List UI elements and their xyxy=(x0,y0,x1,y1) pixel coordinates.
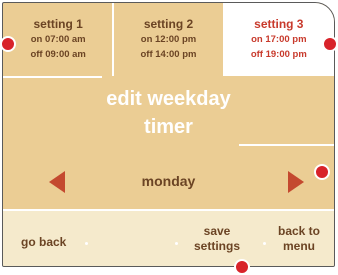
setting-1-tab[interactable]: setting 1 on 07:00 am off 09:00 am xyxy=(3,3,113,76)
marker-dot-bottom xyxy=(234,259,250,275)
setting-3-off-time: off 19:00 pm xyxy=(250,49,307,60)
go-back-label: go back xyxy=(21,235,67,249)
page-title: edit weekday timer xyxy=(3,85,334,141)
bottom-bar: go back save settings back to menu xyxy=(3,211,334,266)
timer-panel: setting 1 on 07:00 am off 09:00 am setti… xyxy=(2,2,335,267)
setting-2-off-time: off 14:00 pm xyxy=(140,49,197,60)
setting-2-name: setting 2 xyxy=(143,17,194,31)
setting-1-off-time: off 09:00 am xyxy=(30,49,86,60)
title-line-1: edit weekday xyxy=(106,88,231,110)
divider-mid-right xyxy=(239,144,334,146)
save-label-line-1: save xyxy=(203,224,231,238)
setting-3-name: setting 3 xyxy=(254,17,304,31)
marker-dot-top-right xyxy=(322,36,338,52)
separator-dot-2 xyxy=(175,242,178,245)
settings-row: setting 1 on 07:00 am off 09:00 am setti… xyxy=(3,3,334,76)
menu-label-line-1: back to xyxy=(277,224,320,238)
save-label-line-2: settings xyxy=(193,239,240,253)
back-to-menu-button[interactable]: back to menu xyxy=(275,224,323,254)
save-settings-button[interactable]: save settings xyxy=(191,224,243,254)
separator-dot-1 xyxy=(85,242,88,245)
setting-2-on-time: on 12:00 pm xyxy=(140,34,197,45)
left-arrow-icon[interactable] xyxy=(49,171,65,193)
marker-dot-right xyxy=(314,164,330,180)
marker-dot-left xyxy=(0,36,16,52)
divider-left xyxy=(3,76,102,78)
setting-3-on-time: on 17:00 pm xyxy=(251,34,307,45)
setting-2-tab[interactable]: setting 2 on 12:00 pm off 14:00 pm xyxy=(112,3,225,76)
setting-1-on-time: on 07:00 am xyxy=(30,34,86,45)
setting-1-name: setting 1 xyxy=(33,17,83,31)
title-line-2: timer xyxy=(144,116,193,138)
separator-dot-3 xyxy=(263,242,266,245)
setting-3-tab[interactable]: setting 3 on 17:00 pm off 19:00 pm xyxy=(223,3,334,76)
menu-label-line-2: menu xyxy=(282,239,315,253)
right-arrow-icon[interactable] xyxy=(288,171,304,193)
go-back-button[interactable]: go back xyxy=(21,235,66,250)
